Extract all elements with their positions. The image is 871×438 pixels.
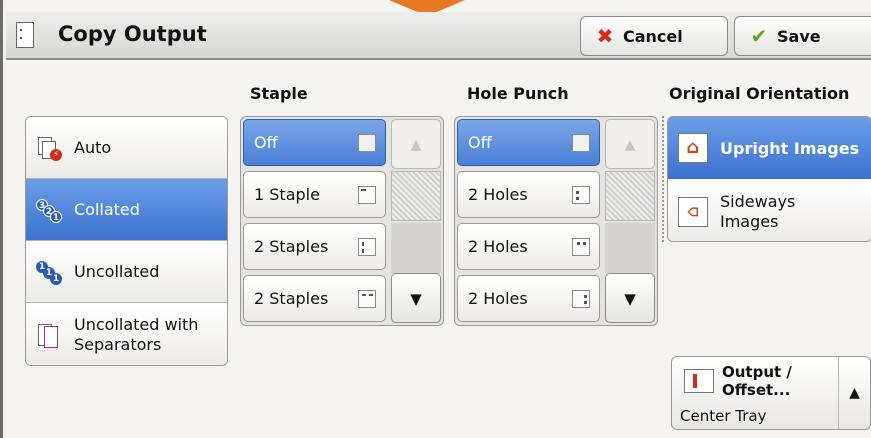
- sort-uncollated-separators-button[interactable]: Uncollated with Separators: [26, 303, 227, 365]
- hole-punch-scroll-track[interactable]: [605, 223, 655, 273]
- staple-option-label: 2 Staples: [254, 289, 329, 308]
- output-offset-label: Output / Offset...: [722, 363, 792, 399]
- orientation-heading: Original Orientation: [669, 84, 850, 103]
- output-offset-main[interactable]: Output / Offset... Center Tray: [672, 357, 836, 429]
- hole-punch-option-2-left[interactable]: 2 Holes: [457, 171, 600, 218]
- staple-scroll-up-button[interactable]: ▲: [391, 119, 441, 169]
- no-punch-icon: [572, 134, 590, 152]
- upright-house-icon: ⌂: [678, 133, 708, 163]
- separators-icon: [36, 322, 62, 348]
- save-button[interactable]: ✔ Save: [734, 16, 871, 56]
- orientation-sideways-label: Sideways Images: [720, 192, 796, 231]
- staple-scroll-thumb[interactable]: [391, 171, 441, 221]
- two-staples-top-icon: [358, 290, 376, 308]
- output-tray-icon: [684, 369, 714, 393]
- auto-sort-icon: ⚡: [36, 135, 62, 161]
- hole-punch-scrollbar[interactable]: ▲ ▼: [605, 119, 655, 323]
- staple-option-label: Off: [254, 133, 278, 152]
- no-staple-icon: [358, 134, 376, 152]
- hole-punch-scroll-thumb[interactable]: [605, 171, 655, 221]
- hole-punch-option-2-right[interactable]: 2 Holes: [457, 275, 600, 322]
- sort-collated-button[interactable]: 3 2 1 Collated: [26, 179, 227, 241]
- hole-punch-option-label: 2 Holes: [468, 185, 528, 204]
- sort-uncollated-label: Uncollated: [74, 261, 160, 281]
- output-tray-value: Center Tray: [680, 407, 767, 425]
- hole-punch-option-label: 2 Holes: [468, 237, 528, 256]
- hole-punch-option-label: Off: [468, 133, 492, 152]
- sideways-house-icon: ⌂: [678, 197, 708, 227]
- sort-uncollated-separators-label: Uncollated with Separators: [74, 315, 199, 354]
- staple-option-off[interactable]: Off: [243, 119, 386, 166]
- collated-icon: 3 2 1: [36, 197, 62, 223]
- staple-scrollbar[interactable]: ▲ ▼: [391, 119, 441, 323]
- hole-punch-scroll-down-button[interactable]: ▼: [605, 273, 655, 323]
- hole-punch-option-off[interactable]: Off: [457, 119, 600, 166]
- staple-option-1[interactable]: 1 Staple: [243, 171, 386, 218]
- sort-collated-label: Collated: [74, 199, 140, 219]
- staple-scroll-track[interactable]: [391, 223, 441, 273]
- output-offset-button[interactable]: Output / Offset... Center Tray ▲: [671, 356, 871, 430]
- staple-option-2-top[interactable]: 2 Staples: [243, 275, 386, 322]
- copy-output-icon: [16, 22, 34, 48]
- orientation-divider: [662, 116, 664, 242]
- two-holes-top-icon: [572, 238, 590, 256]
- orientation-upright-button[interactable]: ⌂ Upright Images: [668, 117, 871, 179]
- sort-options: ⚡ Auto 3 2 1 Collated 1 1 1 Uncollated U…: [25, 116, 228, 366]
- hole-punch-option-2-top[interactable]: 2 Holes: [457, 223, 600, 270]
- hole-punch-list: Off 2 Holes 2 Holes 2 Holes ▲ ▼: [454, 116, 658, 326]
- orientation-upright-label: Upright Images: [720, 138, 860, 158]
- page-title: Copy Output: [58, 22, 207, 46]
- output-scroll-up-button[interactable]: ▲: [838, 357, 870, 429]
- sort-auto-label: Auto: [74, 137, 112, 157]
- one-staple-icon: [358, 186, 376, 204]
- save-label: Save: [777, 26, 821, 46]
- hole-punch-heading: Hole Punch: [467, 84, 569, 103]
- header-bar: Copy Output ✖ Cancel ✔ Save: [6, 12, 871, 60]
- orientation-sideways-button[interactable]: ⌂ Sideways Images: [668, 181, 871, 241]
- staple-option-2-left[interactable]: 2 Staples: [243, 223, 386, 270]
- hole-punch-scroll-up-button[interactable]: ▲: [605, 119, 655, 169]
- two-holes-right-icon: [572, 290, 590, 308]
- staple-option-label: 1 Staple: [254, 185, 320, 204]
- staple-scroll-down-button[interactable]: ▼: [391, 273, 441, 323]
- two-holes-left-icon: [572, 186, 590, 204]
- copy-output-screen: Copy Output ✖ Cancel ✔ Save Staple Hole …: [0, 0, 871, 438]
- sort-uncollated-button[interactable]: 1 1 1 Uncollated: [26, 241, 227, 303]
- staple-list: Off 1 Staple 2 Staples 2 Staples ▲ ▼: [240, 116, 444, 326]
- cancel-x-icon: ✖: [596, 24, 614, 48]
- staple-option-label: 2 Staples: [254, 237, 329, 256]
- cancel-label: Cancel: [623, 26, 683, 46]
- hole-punch-option-label: 2 Holes: [468, 289, 528, 308]
- sort-auto-button[interactable]: ⚡ Auto: [26, 117, 227, 179]
- orientation-options: ⌂ Upright Images ⌂ Sideways Images: [667, 116, 871, 242]
- two-staples-left-icon: [358, 238, 376, 256]
- uncollated-icon: 1 1 1: [36, 259, 62, 285]
- checkmark-icon: ✔: [750, 24, 768, 48]
- staple-heading: Staple: [250, 84, 308, 103]
- cancel-button[interactable]: ✖ Cancel: [580, 16, 728, 56]
